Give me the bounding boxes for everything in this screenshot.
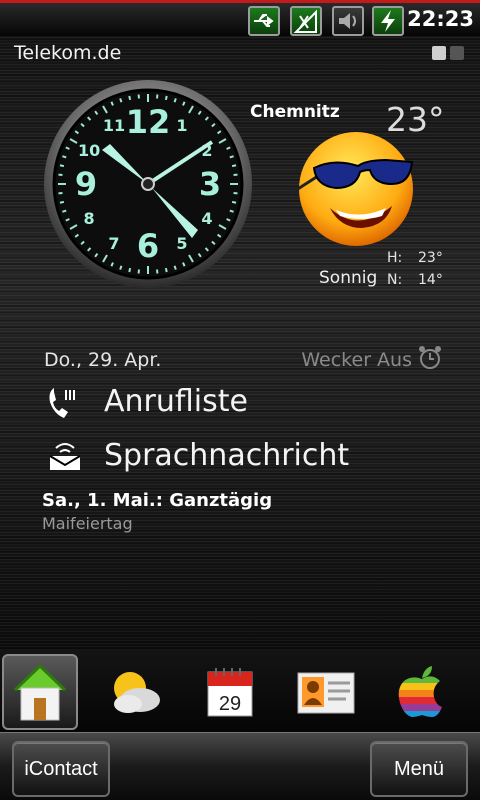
phone-missed-call-icon xyxy=(48,386,76,424)
voicemail-envelope-icon xyxy=(48,440,82,476)
clock-numeral: 5 xyxy=(176,234,187,253)
weather-condition: Sonnig xyxy=(319,268,378,288)
call-log-label: Anrufliste xyxy=(104,384,248,419)
status-time: 22:23 xyxy=(407,7,474,31)
clock-numeral: 7 xyxy=(108,234,119,253)
icontact-button[interactable]: iContact xyxy=(12,741,110,797)
page-indicator xyxy=(432,46,464,60)
weather-low-value: 14° xyxy=(418,272,443,288)
clock-tick xyxy=(229,209,234,213)
clock-tick xyxy=(119,98,123,103)
clock-tick xyxy=(164,95,168,101)
dock-weather-button[interactable] xyxy=(96,654,172,730)
dock-calendar-button[interactable]: 29 xyxy=(192,654,268,730)
page-dot xyxy=(450,46,464,60)
clock-numeral: 6 xyxy=(137,227,159,265)
clock-tick xyxy=(59,164,65,168)
analog-clock-widget[interactable]: 12 1 2 3 4 5 6 7 8 9 10 11 xyxy=(42,78,254,294)
home-icon xyxy=(13,663,67,721)
calendar-day: 29 xyxy=(219,693,241,715)
clock-tick xyxy=(164,267,168,273)
weather-icon xyxy=(114,672,160,713)
app-dock: 29 xyxy=(0,650,480,732)
clock-tick xyxy=(119,265,123,270)
clock-numeral: 10 xyxy=(78,141,100,160)
clock-tick xyxy=(128,95,132,101)
volume-icon xyxy=(332,6,364,36)
weather-low: N: 14° xyxy=(387,272,443,288)
clock-tick xyxy=(128,267,132,273)
clock-numeral: 3 xyxy=(199,165,221,203)
date-label: Do., 29. Apr. xyxy=(44,349,162,371)
voicemail-shortcut[interactable]: Sprachnachricht xyxy=(48,436,350,480)
clock-tick xyxy=(229,155,234,159)
clock-tick xyxy=(59,200,65,204)
clock-tick xyxy=(173,265,177,270)
event-subtitle: Maifeiertag xyxy=(42,514,133,533)
sun-sunglasses-icon[interactable] xyxy=(284,124,416,252)
dock-apple-button[interactable] xyxy=(384,654,460,730)
apple-icon xyxy=(398,666,442,717)
carrier-label: Telekom.de xyxy=(14,42,122,64)
weather-high-value: 23° xyxy=(418,250,443,266)
call-log-shortcut[interactable]: Anrufliste xyxy=(48,382,348,426)
calendar-icon: 29 xyxy=(207,668,253,717)
contacts-icon xyxy=(297,672,355,714)
clock-tick xyxy=(231,200,237,204)
weather-low-label: N: xyxy=(387,272,403,288)
clock-numeral: 9 xyxy=(75,165,97,203)
clock-tick xyxy=(231,164,237,168)
clock-numeral: 11 xyxy=(103,116,125,135)
soft-key-bar: iContact Menü xyxy=(0,732,480,800)
clock-numeral: 4 xyxy=(201,209,212,228)
signal-icon xyxy=(290,6,322,36)
home-screen: Telekom.de 12 1 2 3 4 5 6 7 8 9 10 11 Chem xyxy=(0,36,480,650)
clock-numeral: 1 xyxy=(176,116,187,135)
weather-city: Chemnitz xyxy=(250,102,340,122)
dock-home-button[interactable] xyxy=(2,654,78,730)
clock-tick xyxy=(173,98,177,103)
analog-clock-face: 12 1234567891011 xyxy=(44,80,252,288)
usb-icon xyxy=(248,6,280,36)
weather-high-label: H: xyxy=(387,250,403,266)
clock-tick xyxy=(62,209,67,213)
menu-button[interactable]: Menü xyxy=(370,741,468,797)
clock-numeral: 8 xyxy=(84,209,95,228)
clock-tick xyxy=(62,155,67,159)
status-bar: 22:23 xyxy=(0,0,480,36)
weather-high: H: 23° xyxy=(387,250,443,266)
page-dot xyxy=(432,46,446,60)
clock-numeral: 12 xyxy=(126,103,171,141)
alarm-status[interactable]: Wecker Aus xyxy=(301,349,412,371)
voicemail-label: Sprachnachricht xyxy=(104,438,350,473)
alarm-clock-icon xyxy=(418,345,442,375)
battery-charging-icon xyxy=(372,6,404,36)
dock-contacts-button[interactable] xyxy=(288,654,364,730)
event-title[interactable]: Sa., 1. Mai.: Ganztägig xyxy=(42,490,272,511)
